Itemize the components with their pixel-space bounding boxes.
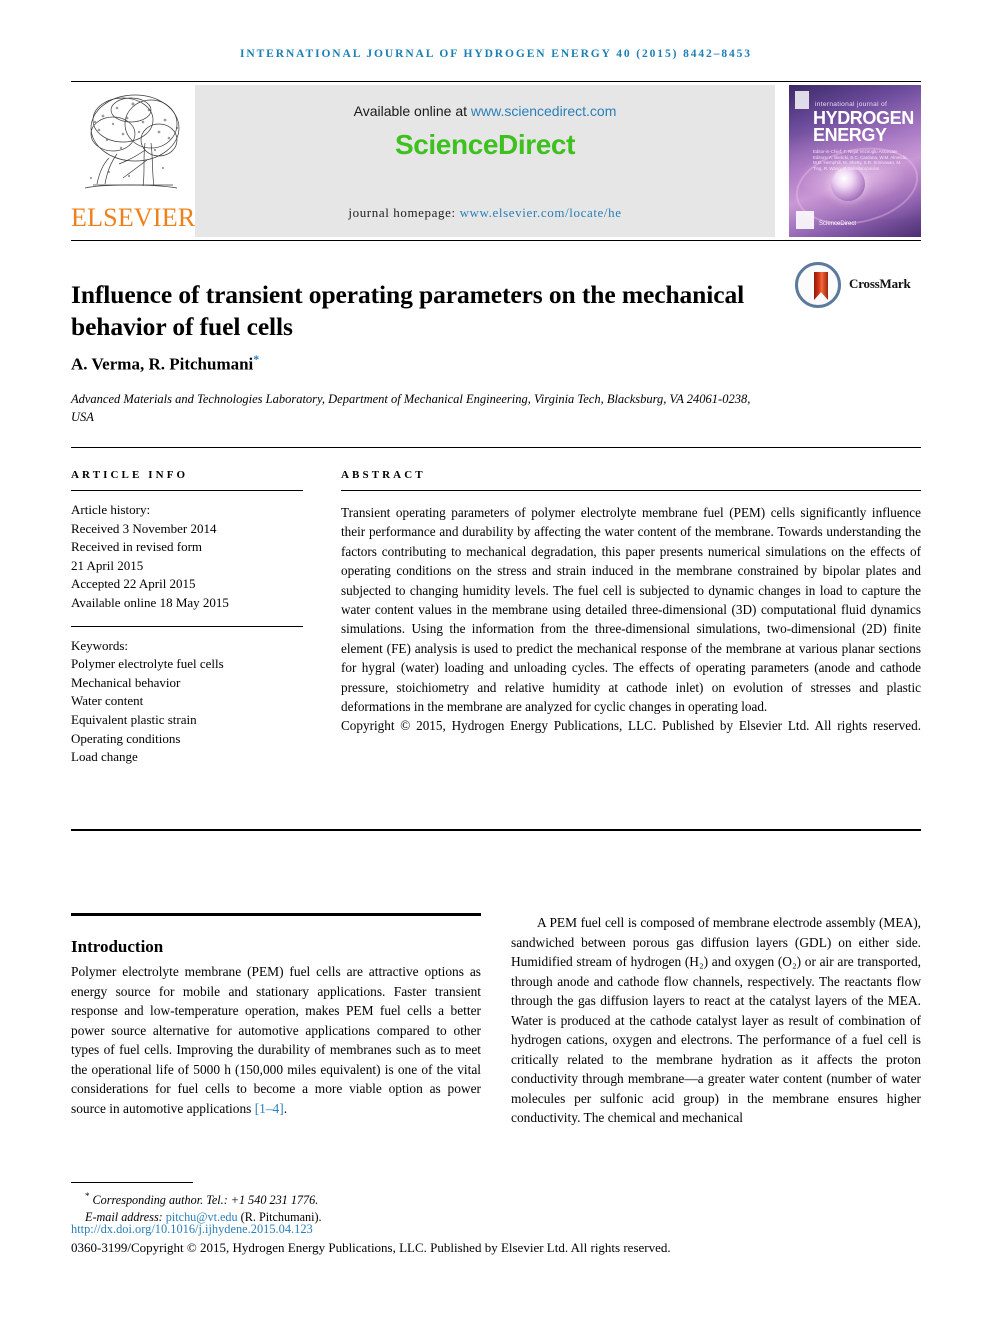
keywords-list: Keywords: Polymer electrolyte fuel cells… (71, 637, 303, 767)
corresponding-author-marker: * (253, 352, 260, 366)
history-item: Received 3 November 2014 (71, 520, 217, 536)
page-title: Influence of transient operating paramet… (71, 280, 745, 342)
keywords-label: Keywords: (71, 637, 129, 653)
abstract-label: Abstract (341, 469, 426, 481)
paragraph-tail: . (283, 1100, 288, 1116)
paragraph-text: Polymer electrolyte membrane (PEM) fuel … (71, 964, 481, 1116)
abstract-rule (341, 490, 921, 491)
cover-sciencedirect-label: ScienceDirect (819, 221, 857, 227)
journal-cover-image: international journal of HYDROGEN ENERGY… (789, 85, 921, 237)
elsevier-wordmark: ELSEVIER (71, 203, 196, 232)
paragraph: Polymer electrolyte membrane (PEM) fuel … (71, 962, 481, 1118)
cover-kicker: international journal of (815, 101, 888, 108)
history-item: Accepted 22 April 2015 (71, 576, 196, 592)
masthead: ELSEVIER Available online at www.science… (71, 85, 921, 237)
sciencedirect-link[interactable]: www.sciencedirect.com (471, 103, 617, 119)
doi-link[interactable]: http://dx.doi.org/10.1016/j.ijhydene.201… (71, 1222, 313, 1237)
citation-link[interactable]: [1–4] (255, 1101, 284, 1116)
keyword-item: Load change (71, 749, 138, 765)
crossmark-badge[interactable]: CrossMark (795, 262, 921, 308)
history-item: 21 April 2015 (71, 557, 144, 573)
available-online-prefix: Available online at (353, 103, 471, 119)
history-item: Received in revised form (71, 539, 203, 555)
introduction-top-rule (71, 913, 481, 916)
footnote-divider (71, 1182, 193, 1183)
crossmark-icon (795, 262, 841, 308)
keyword-item: Operating conditions (71, 730, 181, 746)
cover-orb (831, 167, 865, 201)
article-info-rule (71, 490, 303, 491)
sciencedirect-wordmark: ScienceDirect (394, 129, 575, 160)
journal-article-page: International Journal of Hydrogen Energy… (0, 0, 992, 1323)
crossmark-ribbon-icon (814, 272, 828, 300)
affiliation: Advanced Materials and Technologies Labo… (71, 392, 751, 424)
introduction-right-column: A PEM fuel cell is composed of membrane … (511, 913, 921, 1128)
abstract-text: Transient operating parameters of polyme… (341, 505, 921, 715)
journal-homepage-prefix: journal homepage: (348, 205, 460, 220)
cover-title-line2: ENERGY (813, 125, 887, 145)
section-heading-introduction: Introduction (71, 937, 164, 957)
keyword-item: Water content (71, 693, 144, 709)
author-list: A. Verma, R. Pitchumani* (71, 352, 259, 375)
cover-publisher-badge-icon (796, 211, 814, 229)
sciencedirect-panel: Available online at www.sciencedirect.co… (195, 85, 775, 237)
article-info-column: Article info Article history: Received 3… (71, 469, 303, 767)
abstract-column: Abstract Transient operating parameters … (341, 469, 921, 755)
corresponding-author-text: Corresponding author. Tel.: +1 540 231 1… (92, 1193, 319, 1208)
keyword-item: Polymer electrolyte fuel cells (71, 656, 224, 672)
journal-homepage-link[interactable]: www.elsevier.com/locate/he (460, 205, 622, 220)
abstract-bottom-divider (71, 829, 921, 831)
article-info-label: Article info (71, 469, 189, 481)
history-item: Available online 18 May 2015 (71, 594, 229, 610)
paragraph: A PEM fuel cell is composed of membrane … (511, 915, 921, 1125)
article-history: Article history: Received 3 November 201… (71, 501, 303, 613)
footnote-star-marker: * (85, 1191, 90, 1201)
running-head: International Journal of Hydrogen Energy… (240, 48, 752, 60)
author-names: A. Verma, R. Pitchumani (71, 354, 254, 374)
header-divider (71, 81, 921, 82)
issn-copyright-line: 0360-3199/Copyright © 2015, Hydrogen Ene… (71, 1240, 671, 1255)
article-history-label: Article history: (71, 502, 151, 517)
keywords-divider (71, 625, 303, 627)
journal-homepage-line: journal homepage: www.elsevier.com/locat… (195, 205, 775, 221)
keyword-item: Equivalent plastic strain (71, 711, 197, 727)
corresponding-author-note: * Corresponding author. Tel.: +1 540 231… (71, 1188, 521, 1209)
footnote-block: * Corresponding author. Tel.: +1 540 231… (71, 1188, 521, 1226)
crossmark-label: CrossMark (849, 276, 911, 291)
masthead-divider (71, 240, 921, 241)
abstract-copyright: Copyright © 2015, Hydrogen Energy Public… (341, 718, 921, 734)
elsevier-badge-icon (795, 91, 809, 109)
introduction-left-column: Polymer electrolyte membrane (PEM) fuel … (71, 962, 481, 1118)
elsevier-logo: ELSEVIER (71, 85, 196, 237)
keyword-item: Mechanical behavior (71, 674, 181, 690)
elsevier-tree-icon (73, 88, 183, 200)
cover-editors: Editor-in-Chief: T. Nejat Veziroglu Asso… (813, 149, 908, 171)
available-online-line: Available online at www.sciencedirect.co… (195, 103, 775, 119)
abstract-section-divider (71, 447, 921, 448)
